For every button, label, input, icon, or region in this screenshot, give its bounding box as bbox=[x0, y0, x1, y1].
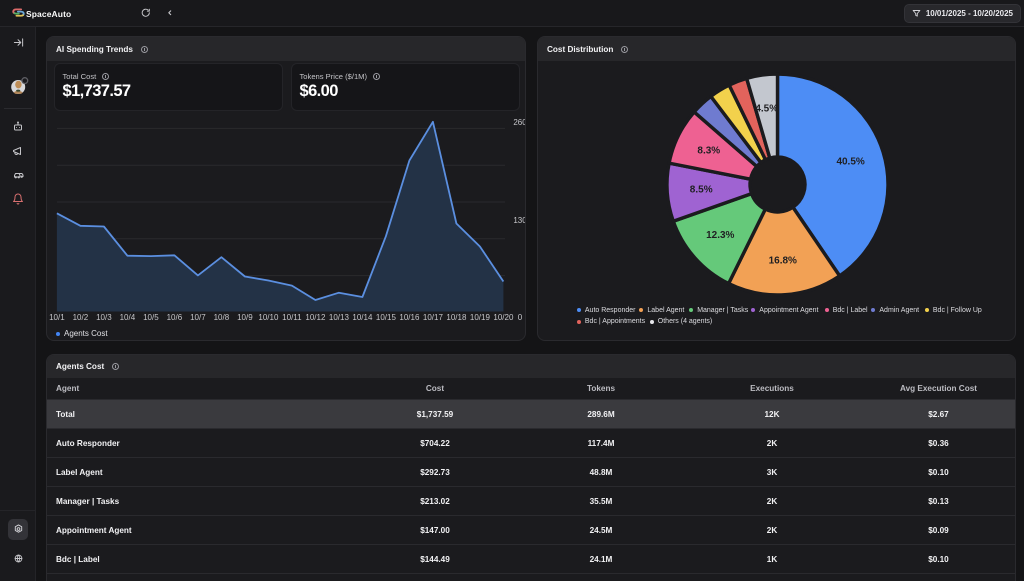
svg-text:12.3%: 12.3% bbox=[706, 230, 734, 241]
svg-text:8.5%: 8.5% bbox=[690, 185, 713, 196]
svg-text:40.5%: 40.5% bbox=[836, 157, 864, 168]
svg-text:4.5%: 4.5% bbox=[755, 103, 778, 114]
svg-text:16.8%: 16.8% bbox=[769, 255, 797, 266]
svg-text:8.3%: 8.3% bbox=[697, 145, 720, 156]
